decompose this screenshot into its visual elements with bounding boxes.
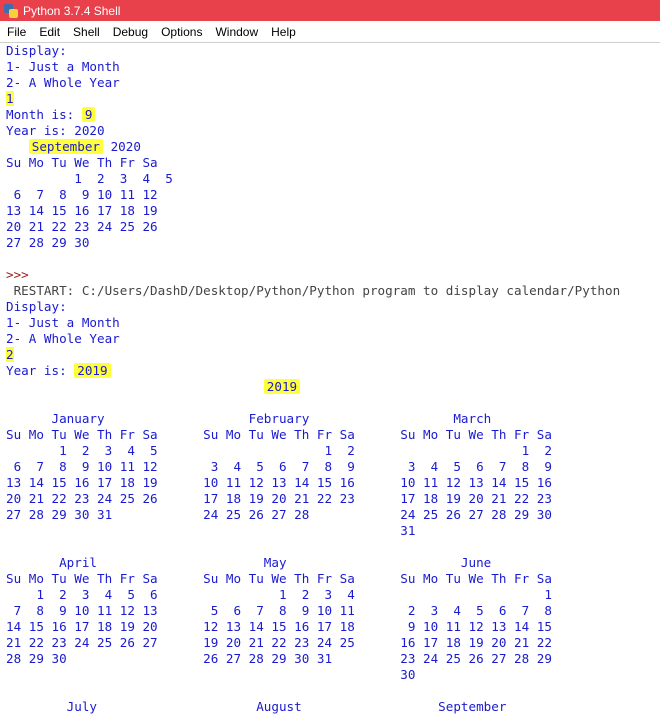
calendar-row: 13 14 15 16 17 18 19 10 11 12 13 14 15 1… (6, 475, 552, 490)
year-calendar-line: 2019 (6, 379, 301, 394)
calendar-row: 14 15 16 17 18 19 20 12 13 14 15 16 17 1… (6, 619, 552, 634)
option-year: 2- A Whole Year (6, 75, 120, 90)
calendar-row: 30 (6, 667, 416, 682)
choice-input: 1 (6, 91, 14, 106)
menu-shell[interactable]: Shell (73, 25, 100, 39)
menu-debug[interactable]: Debug (113, 25, 148, 39)
menu-options[interactable]: Options (161, 25, 202, 39)
menu-help[interactable]: Help (271, 25, 296, 39)
calendar-row: 6 7 8 9 10 11 12 3 4 5 6 7 8 9 3 4 5 6 7… (6, 459, 552, 474)
calendar-row: 1 2 3 4 5 6 1 2 3 4 1 (6, 587, 552, 602)
month-names-row: January February March (6, 411, 552, 426)
month-calendar-name: September (28, 139, 103, 154)
calendar-row: 13 14 15 16 17 18 19 (6, 203, 158, 218)
shell-output-area[interactable]: Display: 1- Just a Month 2- A Whole Year… (0, 43, 660, 722)
option-year: 2- A Whole Year (6, 331, 120, 346)
menu-file[interactable]: File (7, 25, 26, 39)
month-names-row: April May June (6, 555, 552, 570)
display-label: Display: (6, 299, 67, 314)
weekday-header: Su Mo Tu We Th Fr Sa (6, 155, 158, 170)
option-month: 1- Just a Month (6, 59, 120, 74)
calendar-row: 20 21 22 23 24 25 26 17 18 19 20 21 22 2… (6, 491, 552, 506)
shell-prompt: >>> (6, 267, 29, 282)
window-title: Python 3.7.4 Shell (23, 3, 121, 18)
menu-edit[interactable]: Edit (39, 25, 60, 39)
calendar-row: 27 28 29 30 31 24 25 26 27 28 24 25 26 2… (6, 507, 552, 522)
shell-text: Display: 1- Just a Month 2- A Whole Year… (0, 43, 660, 715)
option-month: 1- Just a Month (6, 315, 120, 330)
calendar-row: 28 29 30 26 27 28 29 30 31 23 24 25 26 2… (6, 651, 552, 666)
year-input: 2019 (74, 363, 111, 378)
month-label: Month is: (6, 107, 82, 122)
month-input: 9 (81, 107, 96, 122)
menu-bar: File Edit Shell Debug Options Window Hel… (0, 21, 660, 43)
year-calendar-title: 2019 (263, 379, 301, 394)
calendar-row: 27 28 29 30 (6, 235, 90, 250)
calendar-row: 1 2 3 4 5 1 2 1 2 (6, 443, 552, 458)
title-bar: Python 3.7.4 Shell (0, 0, 660, 21)
python-logo-icon (4, 3, 18, 18)
month-calendar-year: 2020 (103, 139, 141, 154)
menu-window[interactable]: Window (215, 25, 258, 39)
year-line: Year is: 2020 (6, 123, 105, 138)
year-label: Year is: (6, 363, 75, 378)
calendar-row: Su Mo Tu We Th Fr Sa Su Mo Tu We Th Fr S… (6, 571, 552, 586)
choice-input: 2 (6, 347, 14, 362)
display-label: Display: (6, 43, 67, 58)
calendar-row: Su Mo Tu We Th Fr Sa Su Mo Tu We Th Fr S… (6, 427, 552, 442)
calendar-row: 1 2 3 4 5 (6, 171, 173, 186)
calendar-row: 20 21 22 23 24 25 26 (6, 219, 158, 234)
calendar-row: 7 8 9 10 11 12 13 5 6 7 8 9 10 11 2 3 4 … (6, 603, 552, 618)
calendar-row: 6 7 8 9 10 11 12 (6, 187, 158, 202)
restart-line: RESTART: C:/Users/DashD/Desktop/Python/P… (6, 283, 621, 298)
calendar-row: 21 22 23 24 25 26 27 19 20 21 22 23 24 2… (6, 635, 552, 650)
calendar-row: 31 (6, 523, 416, 538)
month-names-row: July August September (6, 699, 552, 714)
